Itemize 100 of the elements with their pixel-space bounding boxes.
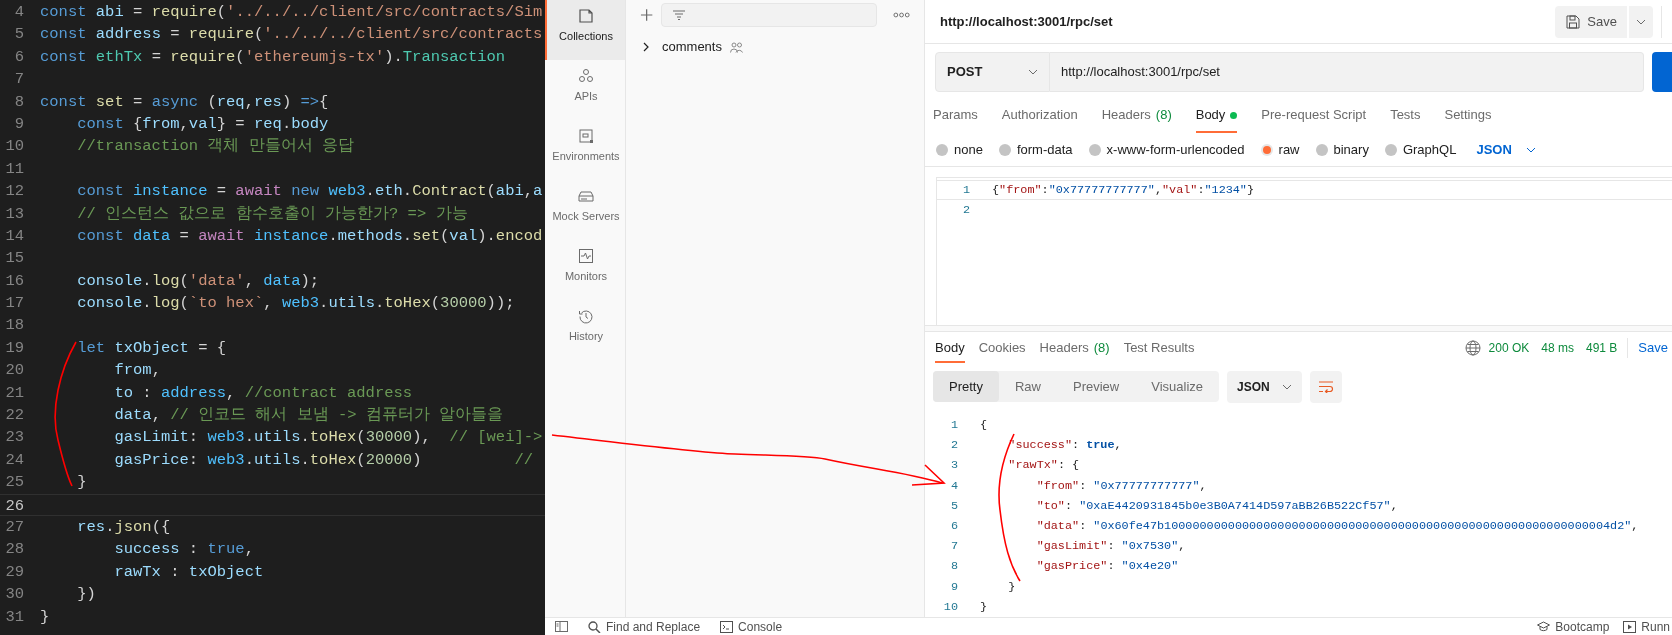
code-line: console.log(`to hex`, web3.utils.toHex(30000)); <box>76 293 515 315</box>
code-line: // 인스턴스 값으로 함수호출이 가능한가? => 가능 <box>76 203 468 225</box>
radio-button[interactable] <box>1315 143 1328 156</box>
line-number: 29 <box>4 561 24 583</box>
tab[interactable]: Headers (8) <box>1039 333 1110 363</box>
radio-button[interactable] <box>1384 143 1397 156</box>
line-number: 10 <box>4 136 24 158</box>
code-line: const ethTx = require('ethereumjs-tx').Transaction <box>40 46 506 68</box>
response-time: 48 ms <box>1541 340 1574 357</box>
tab[interactable]: Headers (8) <box>1101 105 1172 133</box>
tab[interactable]: Body <box>935 333 965 363</box>
line-number: 28 <box>4 539 24 561</box>
splitter-bar[interactable] <box>925 325 1672 332</box>
globe-icon[interactable] <box>1464 340 1481 356</box>
line-number: 16 <box>4 270 24 292</box>
line-number: 21 <box>4 382 24 404</box>
line-number: 25 <box>4 472 24 494</box>
tab[interactable]: Settings <box>1444 105 1492 133</box>
sidebar-item[interactable]: Collections <box>545 0 625 60</box>
radio-option[interactable]: none <box>936 139 983 160</box>
line-number: 20 <box>4 360 24 382</box>
line-number: 6 <box>949 518 958 535</box>
sidebar-item[interactable]: Monitors <box>545 240 625 300</box>
chevron-right-icon[interactable] <box>642 42 650 52</box>
url-field[interactable]: http://localhost:3001/rpc/set <box>1050 52 1644 92</box>
code-line: gasPrice: web3.utils.toHex(20000) // <box>113 449 534 471</box>
code-line: "from": "0x77777777777", <box>1035 477 1207 495</box>
chevron-down-icon <box>1525 146 1536 153</box>
line-number: 1 <box>961 182 970 199</box>
code-line: console.log('data', data); <box>76 270 320 292</box>
view-tab[interactable]: Raw <box>998 371 1057 403</box>
status-bar-button[interactable]: Bootcamp <box>1537 617 1610 635</box>
tab[interactable]: Tests <box>1390 105 1421 133</box>
radio-button[interactable] <box>1088 143 1101 156</box>
view-tab[interactable]: Pretty <box>933 371 999 403</box>
code-line: const set = async (req,res) =>{ <box>40 91 329 113</box>
line-number: 14 <box>4 225 24 247</box>
view-tab[interactable]: Preview <box>1057 371 1136 403</box>
tab[interactable]: Params <box>933 105 978 133</box>
tab[interactable]: Cookies <box>978 333 1026 363</box>
line-number: 3 <box>949 457 958 475</box>
code-line: } <box>1007 578 1016 596</box>
filter-icon <box>672 10 687 20</box>
radio-option[interactable]: x-www-form-urlencoded <box>1088 139 1245 160</box>
sidebar-item[interactable]: History <box>545 300 625 360</box>
save-response-link[interactable]: Save <box>1638 338 1668 358</box>
body-editor[interactable]: 1 {"from":"0x77777777777","val":"1234"} 2 <box>936 177 1672 325</box>
more-icon[interactable] <box>892 12 910 18</box>
sidebar-toggle-icon[interactable] <box>555 621 568 632</box>
view-tab[interactable]: Visualize <box>1135 371 1220 403</box>
line-number: 6 <box>13 46 24 68</box>
method-select[interactable]: POST <box>935 52 1050 92</box>
tab[interactable]: Body <box>1195 105 1238 133</box>
tab[interactable]: Test Results <box>1123 333 1195 363</box>
status-bar-button[interactable]: Runn <box>1623 617 1670 635</box>
line-number: 24 <box>4 449 24 471</box>
sidebar-item[interactable]: Environments <box>545 120 625 180</box>
sidebar-item[interactable]: Mock Servers <box>545 180 625 240</box>
radio-option[interactable]: form-data <box>998 139 1073 160</box>
radio-option[interactable]: raw <box>1260 139 1300 160</box>
line-number: 17 <box>4 293 24 315</box>
status-code: 200 OK <box>1488 340 1530 357</box>
code-line: const data = await instance.methods.set(val).encod <box>76 225 543 247</box>
save-icon <box>1565 13 1582 30</box>
status-bar-button[interactable]: Find and Replace <box>588 617 701 635</box>
radio-option[interactable]: binary <box>1315 139 1369 160</box>
line-number: 31 <box>4 606 24 628</box>
radio-button[interactable] <box>998 143 1011 156</box>
filter-field[interactable] <box>661 3 877 27</box>
sidebar-item[interactable]: APIs <box>545 60 625 120</box>
code-line: const abi = require('../../../client/src/contracts/Sim <box>40 2 543 23</box>
radio-button[interactable] <box>1260 143 1273 156</box>
tab[interactable]: Pre-request Script <box>1261 105 1367 133</box>
line-number: 15 <box>4 248 24 270</box>
pulse-icon <box>578 248 594 264</box>
code-line: gasLimit: web3.utils.toHex(30000), // [wei]-> <box>113 427 543 449</box>
line-number: 8 <box>949 558 958 576</box>
format-dropdown[interactable]: JSON <box>1227 371 1302 403</box>
line-number: 22 <box>4 405 24 427</box>
radio-button[interactable] <box>936 143 948 156</box>
send-button[interactable] <box>1652 52 1672 92</box>
collection-item[interactable]: comments <box>662 37 722 57</box>
radio-option[interactable]: GraphQL <box>1384 139 1457 160</box>
status-bar-button[interactable]: Console <box>720 617 783 635</box>
code-line: res.json({ <box>76 517 171 538</box>
save-dropdown[interactable] <box>1629 5 1653 38</box>
line-number: 18 <box>4 315 24 337</box>
code-line: let txObject = { <box>76 337 227 359</box>
team-icon <box>729 41 743 53</box>
format-dropdown[interactable]: JSON <box>1476 139 1536 160</box>
tab[interactable]: Authorization <box>1001 105 1078 133</box>
code-line: const address = require('../../../client/src/contracts <box>40 24 543 46</box>
line-number: 9 <box>13 113 24 135</box>
code-line: to : address, //contract address <box>113 382 413 404</box>
code-line: "success": true, <box>1007 437 1122 455</box>
plus-icon[interactable] <box>640 8 654 22</box>
code-line: success : true, <box>113 539 254 561</box>
line-number: 30 <box>4 584 24 606</box>
save-button[interactable]: Save <box>1555 5 1627 38</box>
wrap-lines-button[interactable] <box>1309 371 1342 403</box>
